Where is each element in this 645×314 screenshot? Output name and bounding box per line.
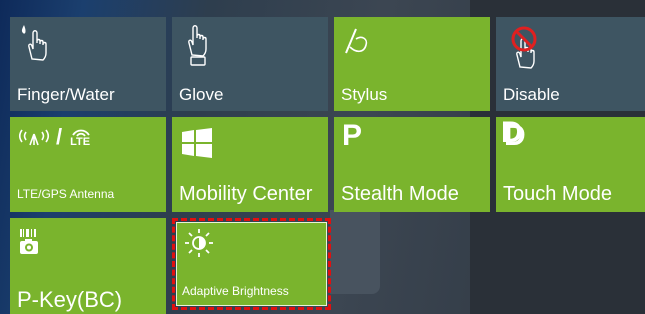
barcode-camera-icon [20,229,38,254]
finger-water-icon [21,25,47,61]
lte-icon: LTE [68,125,94,149]
windows-logo-icon [182,128,212,158]
tile-stealth-mode[interactable]: P Stealth Mode [334,117,490,212]
lte-gps-icons: / LTE [18,125,94,149]
tile-mobility-center[interactable]: Mobility Center [172,117,328,212]
antenna-icon [18,129,50,146]
stealth-p-icon: P [342,119,363,152]
tile-disable[interactable]: Disable [496,17,645,111]
tile-p-key[interactable]: P-Key(BC) [10,218,166,314]
lte-gps-separator: / [56,124,63,149]
tile-glove[interactable]: Glove [172,17,328,111]
tile-touch-mode[interactable]: D Touch Mode [496,117,645,212]
tile-mobility-center-label: Mobility Center [179,183,313,205]
tile-stealth-mode-label: Stealth Mode [341,183,459,205]
tile-glove-label: Glove [179,85,224,104]
tile-finger-water[interactable]: Finger/Water [10,17,166,111]
glove-hand-icon [188,25,207,66]
tile-stylus[interactable]: Stylus [334,17,490,111]
stylus-icon [345,28,368,54]
touch-d-icon: D [504,119,526,152]
tile-stylus-label: Stylus [341,85,388,104]
tile-p-key-label: P-Key(BC) [17,287,123,312]
tile-finger-water-label: Finger/Water [17,85,115,104]
touch-disabled-icon [511,26,537,69]
tile-lte-gps-antenna[interactable]: / LTE LTE/GPS Antenna [10,117,166,212]
tile-disable-label: Disable [503,85,560,104]
tile-touch-mode-label: Touch Mode [503,183,612,205]
highlight-frame [172,218,331,310]
background-window [330,210,380,294]
tile-lte-gps-antenna-label: LTE/GPS Antenna [17,187,115,201]
